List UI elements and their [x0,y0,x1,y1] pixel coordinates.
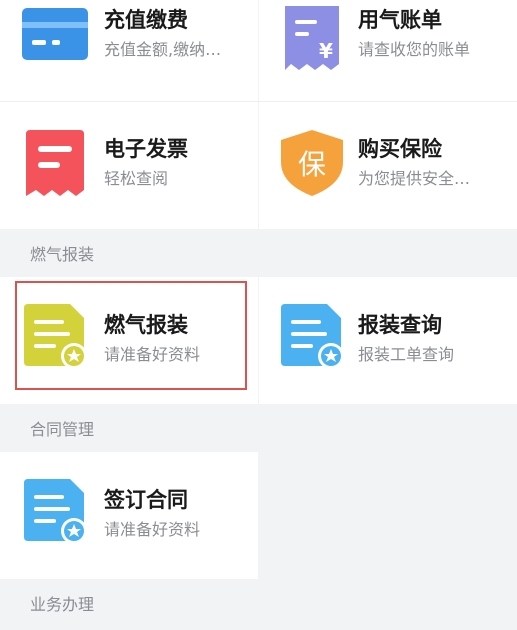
sign-contract-subtitle: 请准备好资料 [104,520,201,539]
gas-install-subtitle: 请准备好资料 [104,345,201,364]
row-gas-install: 燃气报装 请准备好资料 报装查询 报装工单查询 [0,277,517,404]
gas-bill-texts: 用气账单 请查收您的账单 [358,6,470,62]
gas-bill-subtitle: 请查收您的账单 [358,40,471,59]
e-invoice-tile[interactable]: 电子发票 轻松查阅 [0,102,258,229]
gas-bill-title: 用气账单 [358,8,442,32]
sign-contract-texts: 签订合同 请准备好资料 [104,486,200,542]
install-query-texts: 报装查询 报装工单查询 [358,311,454,367]
insurance-glyph: 保 [298,148,326,181]
recharge-title: 充值缴费 [104,8,188,32]
section-header-gas-install: 燃气报装 [0,229,517,277]
insurance-subtitle: 为您提供安全… [358,169,471,188]
gas-install-texts: 燃气报装 请准备好资料 [104,311,200,367]
row-account: 充值缴费 充值金额,缴纳… ¥ 用气账单 请查收您的账单 [0,0,517,101]
sign-contract-tile[interactable]: 签订合同 请准备好资料 [0,452,258,579]
e-invoice-subtitle: 轻松查阅 [104,169,169,188]
insurance-tile[interactable]: 保 购买保险 为您提供安全… [259,102,517,229]
document-star-icon [24,479,87,544]
empty-tile [259,452,517,579]
gas-install-tile[interactable]: 燃气报装 请准备好资料 [0,277,258,404]
install-query-tile[interactable]: 报装查询 报装工单查询 [259,277,517,404]
section-header-contract: 合同管理 [0,404,517,452]
recharge-subtitle: 充值金额,缴纳… [104,40,222,59]
e-invoice-title: 电子发票 [104,137,188,161]
install-query-subtitle: 报装工单查询 [358,345,455,364]
section-header-business: 业务办理 [0,579,517,627]
document-star-icon [24,304,87,369]
e-invoice-texts: 电子发票 轻松查阅 [104,135,188,191]
yen-glyph: ¥ [319,39,333,63]
sign-contract-title: 签订合同 [104,488,188,512]
service-grid-page: 充值缴费 充值金额,缴纳… ¥ 用气账单 请查收您的账单 电子发票 轻松查阅 保… [0,0,517,630]
recharge-tile[interactable]: 充值缴费 充值金额,缴纳… [0,0,258,101]
shield-icon: 保 [281,130,343,196]
row-invoice: 电子发票 轻松查阅 保 购买保险 为您提供安全… [0,102,517,229]
recharge-texts: 充值缴费 充值金额,缴纳… [104,6,221,62]
gas-bill-tile[interactable]: ¥ 用气账单 请查收您的账单 [259,0,517,101]
wallet-card-icon [22,8,88,60]
receipt-icon [26,130,84,196]
document-star-icon [281,304,344,369]
bill-yen-icon: ¥ [285,6,339,70]
gas-install-title: 燃气报装 [104,313,188,337]
insurance-title: 购买保险 [358,137,442,161]
insurance-texts: 购买保险 为您提供安全… [358,135,470,191]
row-contract: 签订合同 请准备好资料 [0,452,517,579]
install-query-title: 报装查询 [358,313,442,337]
